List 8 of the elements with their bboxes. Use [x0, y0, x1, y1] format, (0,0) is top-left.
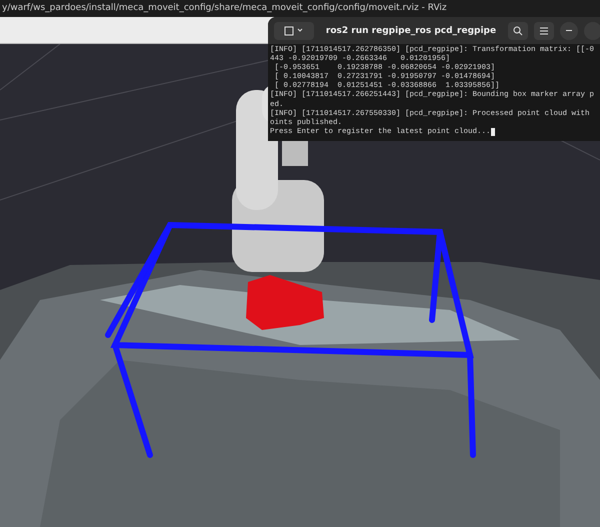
search-icon	[513, 26, 523, 36]
minimize-icon	[566, 30, 572, 32]
window-title: y/warf/ws_pardoes/install/meca_moveit_config/share/meca_moveit_config/config/moveit.rviz - RViz	[2, 3, 447, 14]
new-tab-button[interactable]	[274, 22, 314, 40]
menu-button[interactable]	[534, 22, 554, 40]
terminal-title: ros2 run regpipe_ros pcd_regpipe	[324, 26, 498, 36]
search-button[interactable]	[508, 22, 528, 40]
menu-icon	[540, 26, 548, 34]
